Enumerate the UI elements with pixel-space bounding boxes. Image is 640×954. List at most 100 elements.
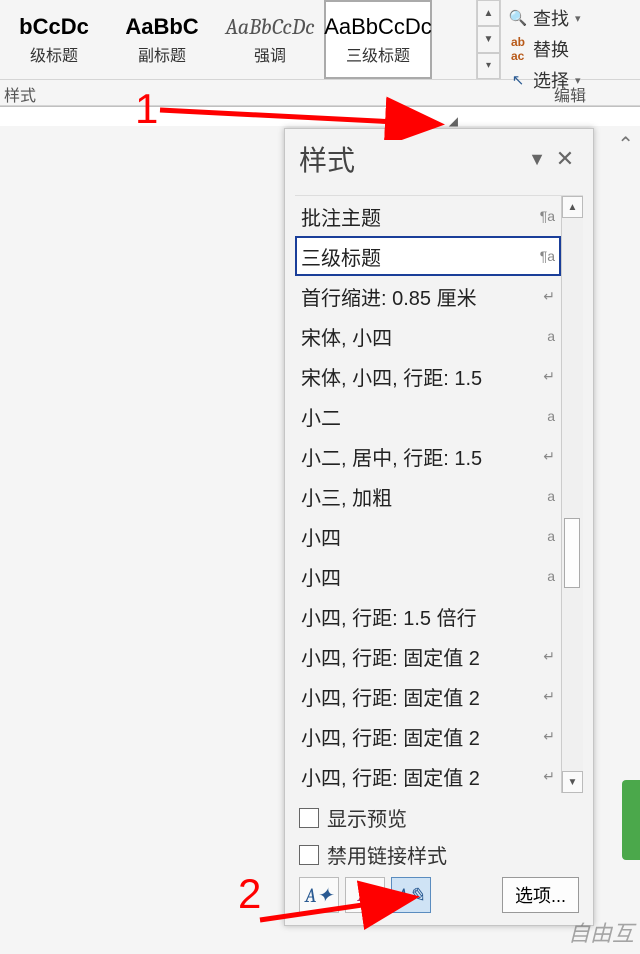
checkbox-icon[interactable] (299, 845, 319, 865)
options-button[interactable]: 选项... (502, 877, 579, 913)
style-type-mark-icon: a (547, 408, 555, 424)
scroll-up-button[interactable]: ▲ (562, 196, 583, 218)
chevron-down-icon: ▾ (575, 74, 581, 87)
annotation-arrow-2 (240, 880, 440, 940)
style-type-mark-icon: ↵ (543, 648, 555, 665)
style-list-item-label: 宋体, 小四 (301, 322, 543, 351)
disable-linked-label: 禁用链接样式 (327, 840, 447, 869)
style-list-item-label: 小四, 行距: 固定值 2 (301, 682, 539, 711)
style-type-mark-icon: ↵ (543, 688, 555, 705)
style-name: 副标题 (138, 42, 186, 66)
style-list-item[interactable]: 小四, 行距: 固定值 2↵ (295, 716, 561, 756)
style-type-mark-icon: a (547, 488, 555, 504)
style-list-item-label: 小四, 行距: 固定值 2 (301, 762, 539, 791)
scroll-thumb[interactable] (564, 518, 580, 588)
style-list-item[interactable]: 小四, 行距: 1.5 倍行 (295, 596, 561, 636)
side-green-indicator (622, 780, 640, 860)
style-list-item-label: 小四 (301, 522, 543, 551)
style-list-item-label: 小三, 加粗 (301, 482, 543, 511)
style-list-item-label: 小二 (301, 402, 543, 431)
style-name: 级标题 (30, 42, 78, 66)
search-icon: 🔍 (509, 9, 527, 27)
style-list-scrollbar[interactable]: ▲ ▼ (561, 196, 583, 793)
style-type-mark-icon: ↵ (543, 728, 555, 745)
style-list-item[interactable]: 小四a (295, 556, 561, 596)
style-item-heading-3[interactable]: AaBbCcDc 三级标题 (324, 0, 432, 79)
style-preview: AaBbC (125, 14, 198, 40)
watermark: 自由互 (568, 916, 634, 948)
gallery-scroll-up-button[interactable]: ▲ (477, 0, 500, 26)
style-list-item-label: 宋体, 小四, 行距: 1.5 (301, 362, 539, 391)
style-name: 三级标题 (346, 42, 410, 66)
style-list: 批注主题¶a三级标题¶a首行缩进: 0.85 厘米↵宋体, 小四a宋体, 小四,… (295, 196, 561, 793)
style-name: 强调 (254, 42, 286, 66)
annotation-number-2: 2 (238, 870, 261, 918)
style-preview: AaBbCcDc (225, 14, 314, 40)
style-type-mark-icon: a (547, 528, 555, 544)
ribbon: bCcDc 级标题 AaBbC 副标题 AaBbCcDc 强调 AaBbCcDc… (0, 0, 640, 80)
style-type-mark-icon: a (547, 328, 555, 344)
collapse-ribbon-icon[interactable]: ⌃ (617, 132, 634, 157)
find-button[interactable]: 🔍 查找 ▾ (509, 4, 632, 32)
pane-menu-button[interactable]: ▼ (523, 149, 551, 170)
style-list-item-label: 小二, 居中, 行距: 1.5 (301, 442, 539, 471)
editing-group: 🔍 查找 ▾ abac 替换 ↖ 选择 ▾ (500, 0, 640, 79)
style-list-item[interactable]: 批注主题¶a (295, 196, 561, 236)
style-item-emphasis[interactable]: AaBbCcDc 强调 (216, 0, 324, 79)
annotation-number-1: 1 (135, 85, 158, 133)
replace-icon: abac (509, 35, 527, 63)
styles-pane: 样式 ▼ ✕ 批注主题¶a三级标题¶a首行缩进: 0.85 厘米↵宋体, 小四a… (284, 128, 594, 926)
style-list-item[interactable]: 小四, 行距: 固定值 2↵ (295, 636, 561, 676)
find-label: 查找 (533, 5, 569, 31)
annotation-arrow-1 (140, 90, 450, 140)
style-list-item-label: 小四, 行距: 固定值 2 (301, 642, 539, 671)
style-type-mark-icon: ¶a (540, 208, 555, 224)
style-type-mark-icon: ↵ (543, 368, 555, 385)
style-list-item[interactable]: 小三, 加粗a (295, 476, 561, 516)
style-preview: AaBbCcDc (324, 14, 432, 40)
style-list-item-label: 批注主题 (301, 202, 536, 231)
disable-linked-checkbox-row[interactable]: 禁用链接样式 (299, 840, 579, 869)
show-preview-label: 显示预览 (327, 803, 407, 832)
style-type-mark-icon: ↵ (543, 288, 555, 305)
style-item-heading-level[interactable]: bCcDc 级标题 (0, 0, 108, 79)
gallery-scroll-down-button[interactable]: ▼ (477, 26, 500, 52)
gallery-more-button[interactable]: ▾ (477, 53, 500, 79)
styles-dialog-launcher[interactable]: ◢ (449, 114, 458, 128)
style-list-item-label: 小四, 行距: 1.5 倍行 (301, 602, 551, 631)
style-preview: bCcDc (19, 14, 89, 40)
style-list-item-label: 三级标题 (301, 242, 536, 271)
show-preview-checkbox-row[interactable]: 显示预览 (299, 803, 579, 832)
gallery-row-buttons: ▲ ▼ ▾ (476, 0, 500, 79)
style-list-item[interactable]: 小四, 行距: 固定值 2↵ (295, 676, 561, 716)
style-type-mark-icon: ↵ (543, 768, 555, 785)
scroll-track[interactable] (562, 218, 583, 771)
style-type-mark-icon: ¶a (540, 248, 555, 264)
pane-title: 样式 (299, 139, 523, 179)
checkbox-icon[interactable] (299, 808, 319, 828)
style-list-item[interactable]: 小二, 居中, 行距: 1.5↵ (295, 436, 561, 476)
select-button[interactable]: ↖ 选择 ▾ (509, 66, 632, 94)
style-list-item-label: 小四, 行距: 固定值 2 (301, 722, 539, 751)
style-type-mark-icon: a (547, 568, 555, 584)
style-list-container: 批注主题¶a三级标题¶a首行缩进: 0.85 厘米↵宋体, 小四a宋体, 小四,… (295, 195, 583, 793)
chevron-down-icon: ▾ (575, 12, 581, 25)
pane-close-button[interactable]: ✕ (551, 146, 579, 172)
style-list-item[interactable]: 宋体, 小四a (295, 316, 561, 356)
select-label: 选择 (533, 67, 569, 93)
style-type-mark-icon: ↵ (543, 448, 555, 465)
style-list-item-label: 首行缩进: 0.85 厘米 (301, 282, 539, 311)
replace-button[interactable]: abac 替换 (509, 34, 632, 64)
style-item-subtitle[interactable]: AaBbC 副标题 (108, 0, 216, 79)
style-list-item[interactable]: 小二a (295, 396, 561, 436)
style-list-item[interactable]: 宋体, 小四, 行距: 1.5↵ (295, 356, 561, 396)
replace-label: 替换 (533, 36, 569, 62)
style-list-item[interactable]: 小四a (295, 516, 561, 556)
style-list-item[interactable]: 小四, 行距: 固定值 2↵ (295, 756, 561, 793)
style-list-item[interactable]: 三级标题¶a (295, 236, 561, 276)
style-gallery: bCcDc 级标题 AaBbC 副标题 AaBbCcDc 强调 AaBbCcDc… (0, 0, 476, 79)
scroll-down-button[interactable]: ▼ (562, 771, 583, 793)
style-list-item-label: 小四 (301, 562, 543, 591)
cursor-icon: ↖ (509, 71, 527, 89)
style-list-item[interactable]: 首行缩进: 0.85 厘米↵ (295, 276, 561, 316)
